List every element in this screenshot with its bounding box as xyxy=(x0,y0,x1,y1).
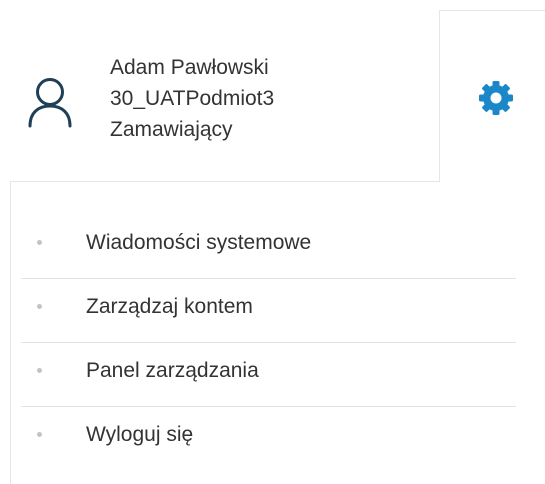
menu-item-management-panel[interactable]: Panel zarządzania xyxy=(21,343,516,407)
bullet-icon xyxy=(37,368,42,373)
menu-item-manage-account[interactable]: Zarządzaj kontem xyxy=(21,279,516,343)
menu-list: Wiadomości systemowe Zarządzaj kontem Pa… xyxy=(21,215,516,471)
bullet-icon xyxy=(37,304,42,309)
menu-item-label: Panel zarządzania xyxy=(86,359,259,382)
menu-item-logout[interactable]: Wyloguj się xyxy=(21,407,516,471)
bullet-icon xyxy=(37,432,42,437)
user-panel: Adam Pawłowski 30_UATPodmiot3 Zamawiając… xyxy=(10,10,440,182)
menu-item-label: Wiadomości systemowe xyxy=(86,231,312,254)
user-info: Adam Pawłowski 30_UATPodmiot3 Zamawiając… xyxy=(110,52,274,145)
user-menu: Wiadomości systemowe Zarządzaj kontem Pa… xyxy=(10,182,545,484)
menu-item-label: Zarządzaj kontem xyxy=(86,295,253,318)
bullet-icon xyxy=(37,240,42,245)
settings-button[interactable] xyxy=(440,10,545,182)
user-organization: 30_UATPodmiot3 xyxy=(110,87,275,110)
gear-icon xyxy=(479,81,513,115)
user-icon xyxy=(28,78,72,128)
user-role: Zamawiający xyxy=(110,118,233,141)
menu-item-label: Wyloguj się xyxy=(86,423,194,446)
menu-item-system-messages[interactable]: Wiadomości systemowe xyxy=(21,215,516,279)
user-name: Adam Pawłowski xyxy=(110,56,269,79)
